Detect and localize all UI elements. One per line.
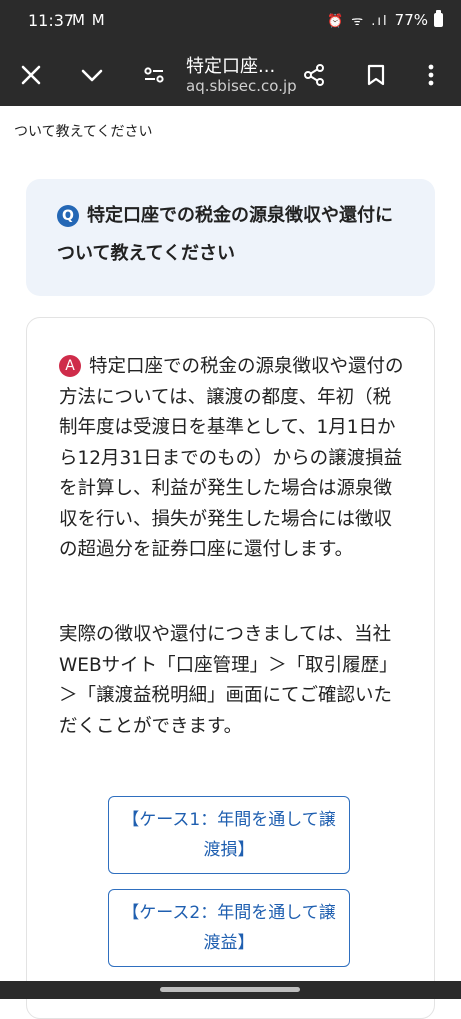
question-card: Q 特定口座での税金の源泉徴収や還付について教えてください xyxy=(26,179,435,296)
page-url[interactable]: aq.sbisec.co.jp xyxy=(186,77,297,95)
signal-icons: ⏰ ᯤ .ıl xyxy=(326,14,389,29)
browser-toolbar: 特定口座... aq.sbisec.co.jp xyxy=(0,44,461,106)
breadcrumb: ついて教えてください xyxy=(14,124,153,140)
status-bar: 11:37 M M ⏰ ᯤ .ıl 77% xyxy=(0,0,461,44)
bookmark-icon[interactable] xyxy=(354,44,398,106)
status-time: 11:37 xyxy=(28,11,75,30)
case-2-button[interactable]: 【ケース2：年間を通して譲渡益】 xyxy=(108,889,350,967)
share-icon[interactable] xyxy=(292,44,336,106)
close-icon[interactable] xyxy=(9,44,53,106)
battery-icon xyxy=(434,10,443,27)
status-right-cluster: ⏰ ᯤ .ıl 77% xyxy=(326,10,443,29)
gmail-notification-icon: M M xyxy=(72,11,106,29)
answer-paragraph: A 特定口座での税金の源泉徴収や還付の方法については、譲渡の都度、年初（税制年度は… xyxy=(59,352,404,566)
battery-percent: 77% xyxy=(394,11,428,29)
gesture-handle[interactable] xyxy=(160,987,300,992)
answer-badge-icon: A xyxy=(59,355,81,377)
answer-detail-text: 実際の徴収や還付につきましては、当社WEBサイト「口座管理」＞「取引履歴」＞「譲… xyxy=(59,624,398,737)
navigation-bar xyxy=(0,981,461,999)
question-text: 特定口座での税金の源泉徴収や還付について教えてください xyxy=(57,205,393,264)
more-vert-icon[interactable] xyxy=(409,44,453,106)
page-title[interactable]: 特定口座... xyxy=(186,52,275,78)
answer-text: 特定口座での税金の源泉徴収や還付の方法については、譲渡の都度、年初（税制年度は受… xyxy=(59,356,404,560)
chevron-down-icon[interactable] xyxy=(70,44,114,106)
case-1-button[interactable]: 【ケース1：年間を通して譲渡損】 xyxy=(108,796,350,874)
tune-icon[interactable] xyxy=(132,44,176,106)
